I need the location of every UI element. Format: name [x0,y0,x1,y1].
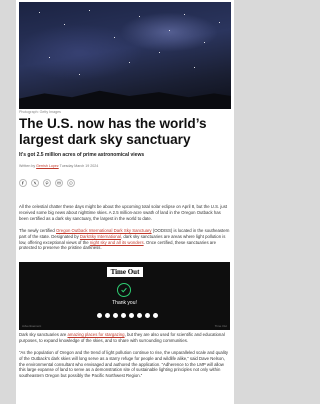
article-paragraph-4: “As the population of Oregon and the tre… [19,350,229,379]
social-icon[interactable] [145,313,150,318]
article-headline: The U.S. now has the world’s largest dar… [19,116,207,147]
stargazing-link[interactable]: amazing places for stargazing [67,332,124,337]
byline: Written by Gerrish Lopez Tuesday March 1… [19,164,98,168]
article-paragraph-1: All the celestial chatter these days mig… [19,204,228,221]
share-twitter-button[interactable] [31,179,39,187]
article-deck: It's got 2.5 million acres of prime astr… [19,152,145,158]
share-pinterest-button[interactable] [43,179,51,187]
author-link[interactable]: Gerrish Lopez [36,164,59,168]
ad-label: Advertisement [22,324,42,328]
article-paragraph-2: The newly certified Oregon Outback Inter… [19,228,230,251]
article-page: Photograph: Getty Images The U.S. now ha… [16,0,234,404]
darksky-international-link[interactable]: DarkSky International [80,234,121,239]
social-icon[interactable] [121,313,126,318]
photo-credit: Photograph: Getty Images [19,110,61,114]
social-icon[interactable] [129,313,134,318]
timeout-logo: Time Out [107,267,143,277]
paragraph-text: The newly certified [19,228,57,233]
byline-prefix: Written by [19,164,36,168]
ad-thank-you: Thank you! [112,300,137,306]
share-bar [19,179,75,187]
whatsapp-icon [69,181,73,185]
pinterest-icon [45,181,49,185]
checkmark-icon [117,283,131,297]
paragraph-text: Dark sky sanctuaries are [19,332,68,337]
share-facebook-button[interactable] [19,179,27,187]
social-icon[interactable] [113,313,118,318]
social-icon[interactable] [105,313,110,318]
night-sky-link[interactable]: night sky and all its wonders [90,240,144,245]
article-paragraph-3: Dark sky sanctuaries are amazing places … [19,332,230,344]
social-icon[interactable] [153,313,158,318]
mountain-silhouette [19,90,231,109]
share-whatsapp-button[interactable] [67,179,75,187]
social-icon[interactable] [97,313,102,318]
share-email-button[interactable] [55,179,63,187]
twitter-icon [33,181,37,185]
facebook-icon [22,181,24,185]
email-icon [57,181,61,185]
hero-image [19,2,231,109]
publish-date: Tuesday March 19 2024 [59,164,99,168]
ad-social-icons [97,313,158,318]
oodiss-link[interactable]: Oregon Outback International Dark Sky Sa… [56,228,152,233]
ad-brand: Time Out [214,324,227,328]
social-icon[interactable] [137,313,142,318]
advertisement[interactable]: Time Out Thank you! Advertisement Time O… [19,262,230,330]
